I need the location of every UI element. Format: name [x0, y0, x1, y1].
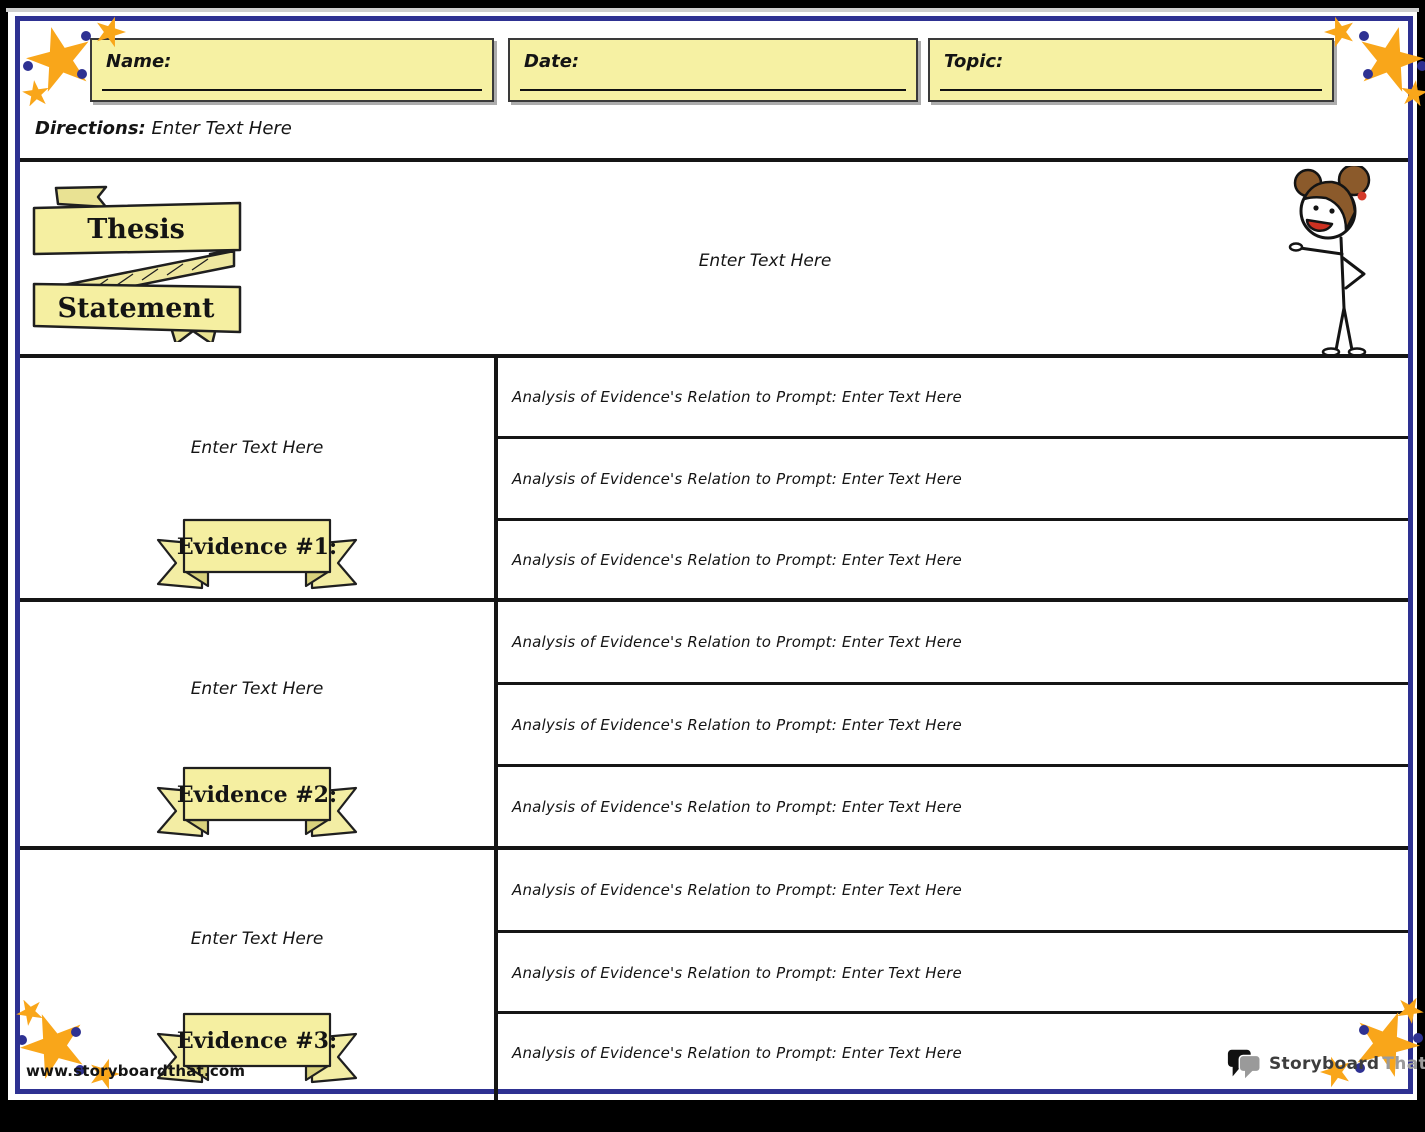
logo-word-that: That [1382, 1054, 1425, 1074]
evidence-1-placeholder[interactable]: Enter Text Here [20, 438, 494, 458]
stars-cluster-icon [16, 14, 128, 106]
date-underline [520, 89, 906, 91]
topic-label: Topic: [944, 51, 1003, 72]
directions-line[interactable]: Directions: Enter Text Here [35, 118, 292, 139]
evidence-1-banner: Evidence #1: [152, 514, 362, 594]
date-label: Date: [524, 51, 579, 72]
cell-border [498, 436, 1408, 439]
thesis-ribbon-banner-icon: Thesis Statement [22, 174, 252, 342]
analysis-cell-3-2[interactable]: Analysis of Evidence's Relation to Promp… [498, 934, 1408, 1011]
cell-border [498, 930, 1408, 933]
thesis-ribbon-text-bottom: Statement [58, 293, 215, 324]
worksheet-page: Name: Date: Topic: Directions: Enter Tex… [0, 0, 1425, 1132]
cell-border [498, 682, 1408, 685]
stars-cluster-icon [1322, 14, 1425, 106]
thesis-statement-placeholder[interactable]: Enter Text Here [320, 251, 1210, 271]
evidence-2-placeholder[interactable]: Enter Text Here [20, 679, 494, 699]
topic-field[interactable]: Topic: [928, 38, 1334, 102]
cell-border [498, 764, 1408, 767]
evidence-1-banner-label: Evidence #1: [177, 534, 337, 560]
thesis-ribbon-text-top: Thesis [87, 214, 185, 245]
analysis-cell-2-1[interactable]: Analysis of Evidence's Relation to Promp… [498, 602, 1408, 682]
cell-border [498, 518, 1408, 521]
table-border [494, 354, 498, 1100]
cell-border [498, 1011, 1408, 1014]
storyboardthat-logo: StoryboardThat [1226, 1046, 1425, 1082]
header-divider [20, 158, 1408, 162]
analysis-cell-2-3[interactable]: Analysis of Evidence's Relation to Promp… [498, 768, 1408, 846]
date-field[interactable]: Date: [508, 38, 918, 102]
name-underline [102, 89, 482, 91]
logo-word-storyboard: Storyboard [1269, 1054, 1379, 1074]
analysis-cell-3-1[interactable]: Analysis of Evidence's Relation to Promp… [498, 850, 1408, 930]
topic-underline [940, 89, 1322, 91]
analysis-cell-1-2[interactable]: Analysis of Evidence's Relation to Promp… [498, 440, 1408, 518]
directions-label: Directions: [35, 118, 146, 139]
directions-text: Enter Text Here [151, 118, 291, 139]
evidence-3-banner-label: Evidence #3: [177, 1028, 337, 1054]
name-field[interactable]: Name: [90, 38, 494, 102]
website-label: www.storyboardthat.com [26, 1062, 245, 1080]
speech-bubbles-icon [1226, 1046, 1264, 1082]
stick-figure-girl-icon [1286, 166, 1398, 356]
analysis-cell-1-3[interactable]: Analysis of Evidence's Relation to Promp… [498, 522, 1408, 598]
analysis-cell-2-2[interactable]: Analysis of Evidence's Relation to Promp… [498, 686, 1408, 764]
evidence-2-banner-label: Evidence #2: [177, 782, 337, 808]
evidence-3-placeholder[interactable]: Enter Text Here [20, 929, 494, 949]
evidence-2-banner: Evidence #2: [152, 762, 362, 842]
analysis-cell-1-1[interactable]: Analysis of Evidence's Relation to Promp… [498, 358, 1408, 436]
